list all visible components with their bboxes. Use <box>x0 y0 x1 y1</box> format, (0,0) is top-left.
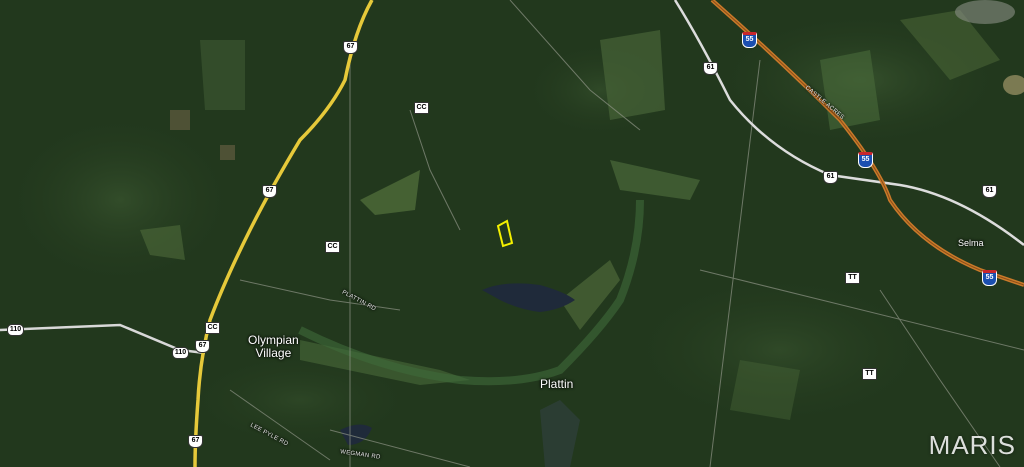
route-tt-shield-icon: TT <box>862 368 877 380</box>
interstate-55-shield-icon: 55 <box>982 270 997 286</box>
route-110-shield-icon: 110 <box>172 347 189 359</box>
route-cc-shield-icon: CC <box>414 102 429 114</box>
map-imagery <box>0 0 1024 467</box>
us-67-shield-icon: 67 <box>343 41 358 54</box>
us-67-shield-icon: 67 <box>262 185 277 198</box>
interstate-55-shield-icon: 55 <box>858 152 873 168</box>
us-67-shield-icon: 67 <box>195 340 210 353</box>
route-cc-shield-icon: CC <box>205 322 220 334</box>
place-label-plattin: Plattin <box>540 377 574 391</box>
us-61-shield-icon: 61 <box>703 62 718 75</box>
us-61-shield-icon: 61 <box>982 185 997 198</box>
us-61-shield-icon: 61 <box>823 171 838 184</box>
route-cc-shield-icon: CC <box>325 241 340 253</box>
maris-watermark: MARIS <box>928 430 1016 460</box>
route-tt-shield-icon: TT <box>845 272 860 284</box>
place-label-olympian-village: Olympian Village <box>248 333 299 360</box>
route-110-shield-icon: 110 <box>7 324 24 336</box>
satellite-map[interactable]: Olympian Village Plattin Selma PLATTIN RD… <box>0 0 1024 467</box>
us-67-shield-icon: 67 <box>188 435 203 448</box>
interstate-55-shield-icon: 55 <box>742 32 757 48</box>
place-label-selma: Selma <box>958 238 984 248</box>
